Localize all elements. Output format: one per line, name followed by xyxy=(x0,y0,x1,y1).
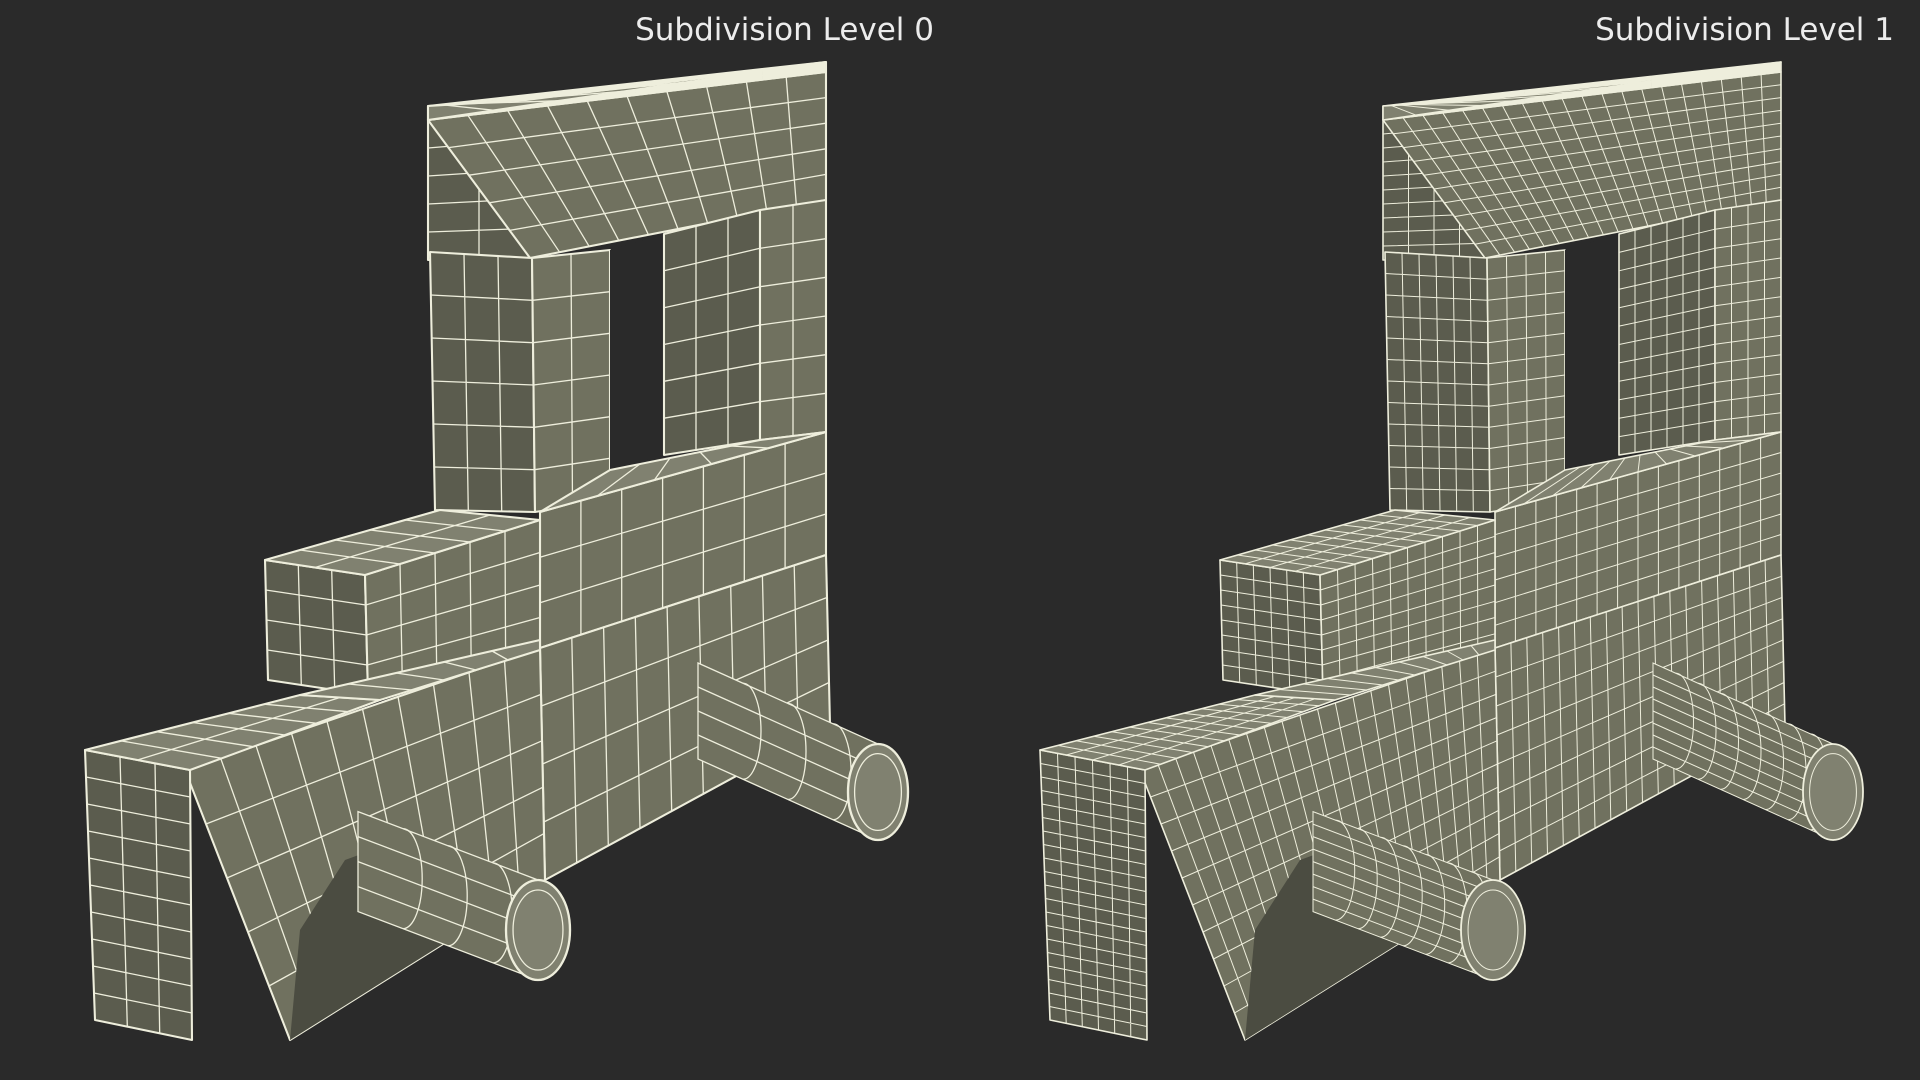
model-subdivision-level-0 xyxy=(83,60,910,1042)
arch-left-pillar-side xyxy=(1384,251,1491,513)
arch-right-pillar-front xyxy=(758,198,828,442)
arch-opening-left xyxy=(610,234,664,470)
model-subdivision-level-1 xyxy=(1039,61,1864,1041)
arch-right-pillar-inner xyxy=(662,208,762,457)
base-block-side xyxy=(83,748,194,1042)
arch-right-pillar-inner xyxy=(1618,209,1716,456)
render-viewport: Subdivision Level 0 Subdivision Level 1 xyxy=(0,0,1920,1080)
arch-left-pillar-side xyxy=(428,250,537,514)
base-block-side xyxy=(1039,749,1148,1041)
arch-left-pillar-front xyxy=(530,248,612,514)
mesh-render xyxy=(83,60,1864,1042)
arch-opening-left xyxy=(1565,234,1619,470)
arch-right-pillar-front xyxy=(1714,199,1782,441)
step-block-side xyxy=(1219,559,1324,696)
arch-left-pillar-front xyxy=(1486,249,1566,513)
step-block-side xyxy=(263,558,370,697)
